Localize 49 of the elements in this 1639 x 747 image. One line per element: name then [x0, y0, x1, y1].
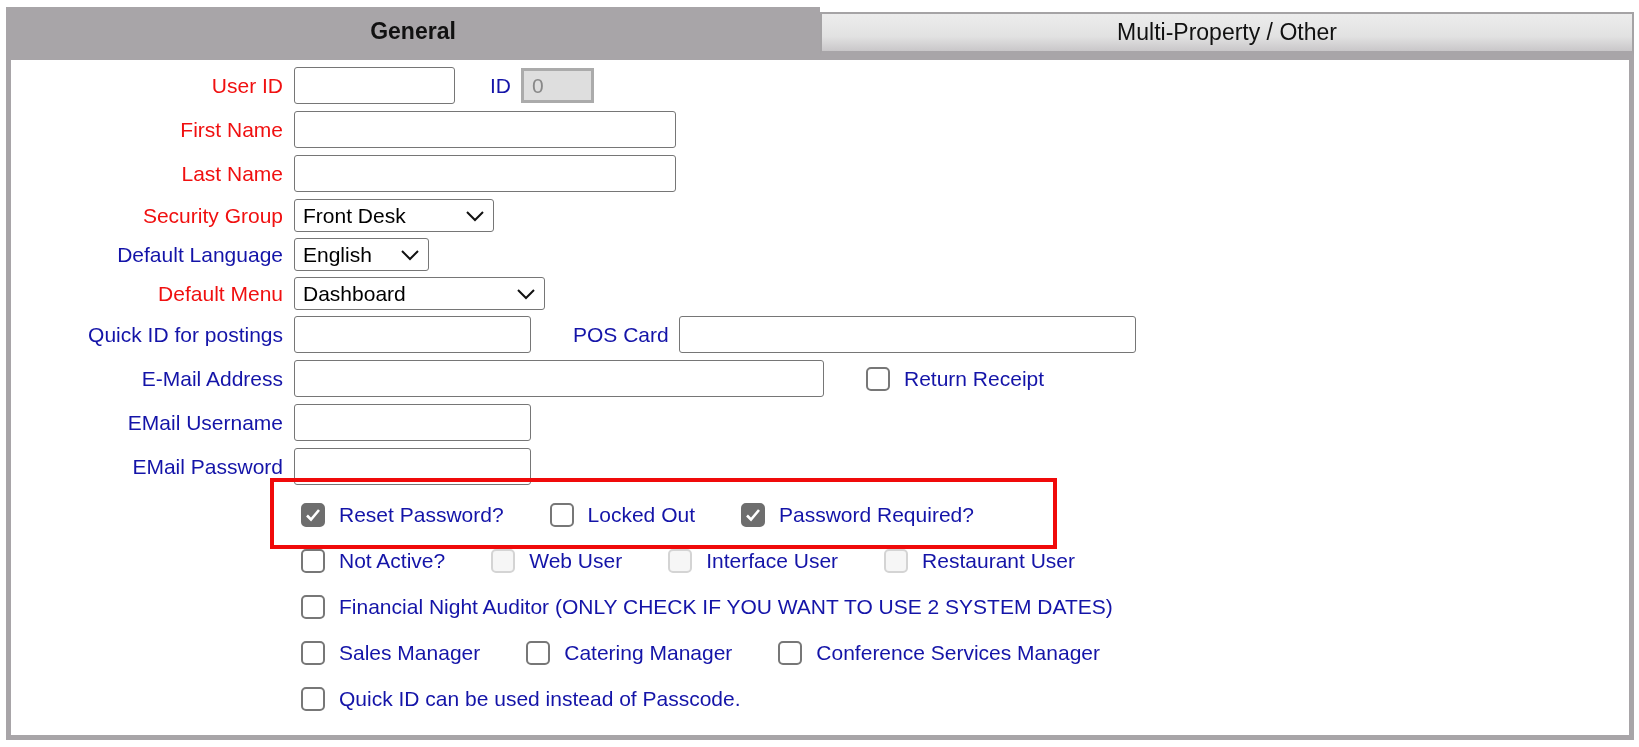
chevron-down-icon [400, 248, 420, 261]
field-label: Quick ID for postings [87, 322, 283, 347]
checkbox-label[interactable]: Sales Manager [339, 641, 481, 665]
field-label: Default Language [116, 242, 283, 267]
checkbox[interactable] [778, 641, 803, 665]
checkbox-label[interactable]: Return Receipt [904, 366, 1045, 391]
checkbox-label[interactable]: Quick ID can be used instead of Passcode. [339, 687, 741, 711]
checkbox-label[interactable]: Catering Manager [564, 641, 733, 665]
field-label: POS Card [573, 322, 669, 347]
checkbox[interactable] [301, 687, 325, 711]
field-label: ID [490, 73, 511, 98]
chevron-down-icon [516, 287, 536, 300]
checkbox-label[interactable]: Password Required? [779, 503, 974, 527]
select-dropdown[interactable]: Dashboard [294, 277, 545, 310]
text-field[interactable] [294, 360, 824, 397]
field-label: EMail Password [131, 454, 283, 479]
checkbox[interactable] [741, 503, 765, 527]
checkbox[interactable] [301, 641, 325, 665]
text-field[interactable] [294, 155, 676, 192]
select-dropdown[interactable]: English [294, 238, 429, 271]
checkbox[interactable] [526, 641, 551, 665]
text-field[interactable] [294, 67, 455, 104]
field-label: Last Name [180, 161, 283, 186]
field-label: Default Menu [157, 281, 283, 306]
check-icon [745, 508, 761, 522]
text-field[interactable] [294, 404, 531, 441]
tab[interactable]: General [6, 7, 820, 55]
checkbox-label[interactable]: Reset Password? [339, 503, 504, 527]
field-label: First Name [179, 117, 283, 142]
field-label: Security Group [141, 203, 283, 228]
text-field[interactable] [294, 111, 676, 148]
tab[interactable]: Multi-Property / Other [820, 12, 1634, 55]
field-label: User ID [210, 73, 283, 98]
chevron-down-icon [465, 209, 485, 222]
checkbox[interactable] [866, 366, 890, 391]
field-label: E-Mail Address [140, 366, 283, 391]
checkbox-label[interactable]: Financial Night Auditor (ONLY CHECK IF YOU WANT TO USE 2 SYSTEM DATES) [339, 595, 1113, 619]
checkbox[interactable] [301, 503, 325, 527]
checkbox[interactable] [549, 503, 574, 527]
checkbox-label[interactable]: Conference Services Manager [816, 641, 1100, 665]
text-field[interactable] [294, 316, 531, 353]
text-field[interactable] [678, 316, 1136, 353]
field-label: EMail Username [126, 410, 283, 435]
select-dropdown[interactable]: Front Desk [294, 199, 494, 232]
checkbox[interactable] [301, 549, 325, 573]
check-icon [305, 508, 321, 522]
checkbox-label[interactable]: Not Active? [339, 549, 446, 573]
checkbox-label[interactable]: Locked Out [587, 503, 695, 527]
checkbox[interactable] [301, 595, 325, 619]
